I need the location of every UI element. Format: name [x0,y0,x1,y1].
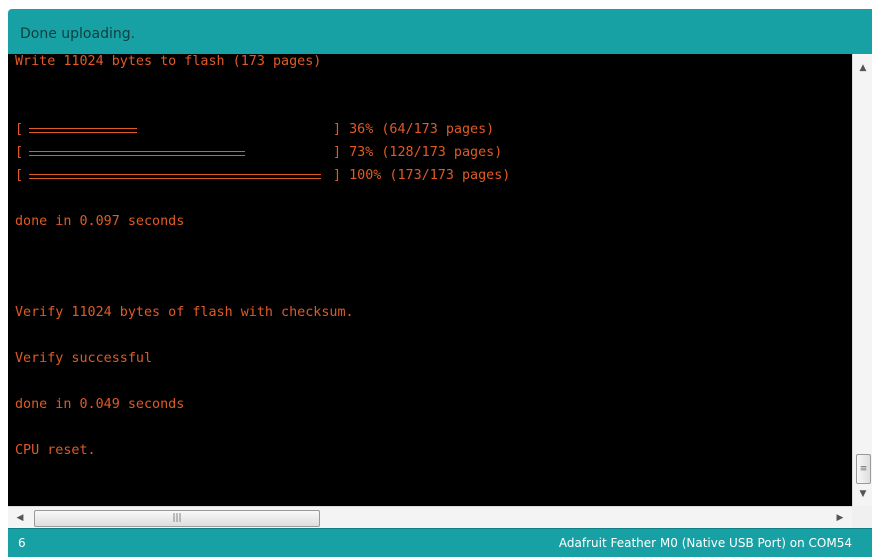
line-number: 6 [18,536,26,550]
progress-fill-1 [29,128,137,133]
left-edge [0,54,8,557]
board-port-info: Adafruit Feather M0 (Native USB Port) on… [558,536,852,550]
footer-divider [8,528,872,529]
scrollbar-corner [852,506,872,528]
progress-fill-2 [29,151,245,156]
progress-open-bracket: [ [15,145,24,160]
horizontal-scroll-thumb[interactable]: ||| [34,510,320,527]
console-line-write: Write 11024 bytes to flash (173 pages) [15,54,322,69]
scroll-left-arrow-icon[interactable]: ◀ [10,510,30,526]
scroll-right-arrow-icon[interactable]: ▶ [830,510,850,526]
console-line-done-1: done in 0.097 seconds [15,214,185,229]
vertical-scroll-thumb[interactable]: ≡ [856,454,871,484]
status-bar: Done uploading. [8,9,872,54]
status-message: Done uploading. [20,26,136,42]
progress-label-3: ] 100% (173/173 pages) [333,168,511,183]
console-line-verify: Verify 11024 bytes of flash with checksu… [15,305,354,320]
progress-open-bracket: [ [15,168,24,183]
progress-line-1: [ ] 36% (64/173 pages) [15,122,535,138]
progress-label-2: ] 73% (128/173 pages) [333,145,503,160]
progress-line-2: [ ] 73% (128/173 pages) [15,145,535,161]
scroll-up-arrow-icon[interactable]: ▲ [853,60,872,76]
window-top-margin [0,0,872,9]
console-line-verify-success: Verify successful [15,351,153,366]
progress-line-3: [ ] 100% (173/173 pages) [15,168,535,184]
footer-status-bar: 6 Adafruit Feather M0 (Native USB Port) … [8,528,872,557]
progress-open-bracket: [ [15,122,24,137]
progress-label-1: ] 36% (64/173 pages) [333,122,495,137]
console-output[interactable]: Write 11024 bytes to flash (173 pages) [… [8,54,852,506]
vertical-scrollbar[interactable]: ▲ ≡ ▼ [852,54,872,506]
console-line-done-2: done in 0.049 seconds [15,397,185,412]
scroll-down-arrow-icon[interactable]: ▼ [853,486,872,502]
progress-fill-3 [29,174,321,179]
console-line-cpu-reset: CPU reset. [15,443,96,458]
horizontal-scrollbar[interactable]: ◀ ||| ▶ [8,506,852,529]
